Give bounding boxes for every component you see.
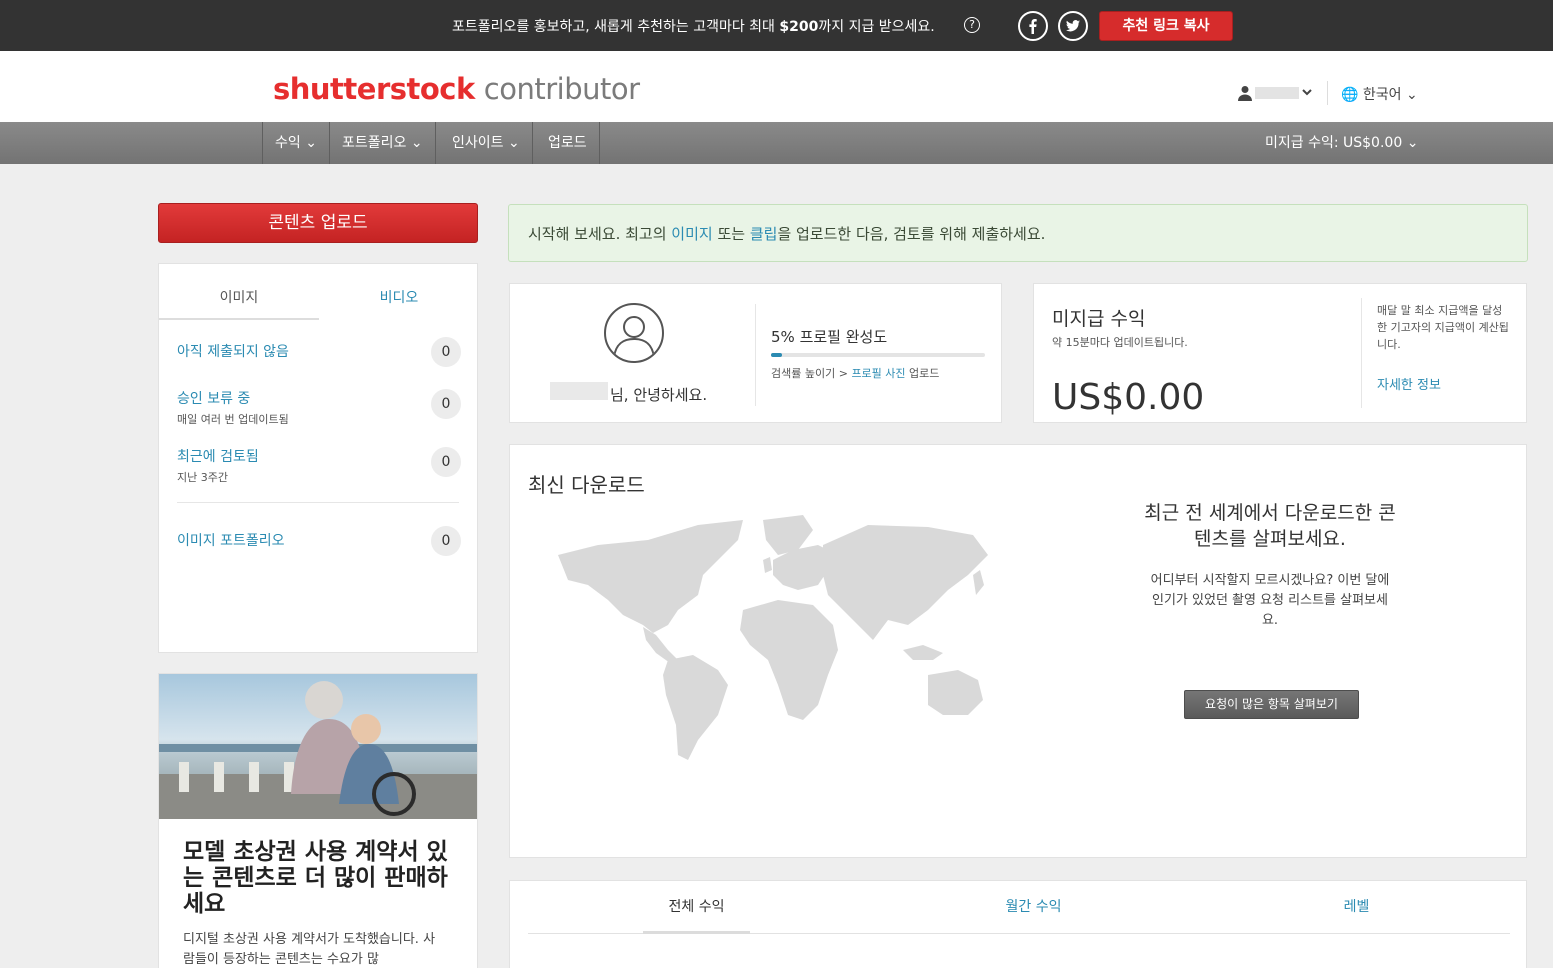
boost-text: 검색률 높이기 >	[771, 367, 852, 380]
upload-content-button[interactable]: 콘텐츠 업로드	[158, 203, 478, 243]
promo-bar: 포트폴리오를 홍보하고, 새롭게 추천하는 고객마다 최대 $200까지 지급 …	[0, 0, 1553, 51]
alert-text-part: 을 업로드한 다음, 검토를 위해 제출하세요.	[777, 225, 1046, 243]
earnings-update-note: 약 15분마다 업데이트됩니다.	[1052, 336, 1188, 349]
stat-sub: 지난 3주간	[177, 471, 228, 484]
promo-title: 모델 초상권 사용 계약서 있는 콘텐츠로 더 많이 판매하세요	[183, 839, 448, 917]
count-badge: 0	[431, 526, 461, 556]
tab-monthly-earnings[interactable]: 월간 수익	[980, 897, 1087, 917]
nav-insights[interactable]: 인사이트 ⌄	[440, 122, 533, 164]
globe-icon: 🌐	[1341, 87, 1359, 103]
twitter-icon[interactable]	[1058, 11, 1088, 41]
downloads-title: 최신 다운로드	[528, 473, 645, 497]
tab-images[interactable]: 이미지	[159, 280, 319, 320]
profile-completion-label: 5% 프로필 완성도	[771, 328, 888, 346]
tab-total-earnings[interactable]: 전체 수익	[643, 897, 750, 917]
logo-brand: shutterstock	[273, 72, 475, 106]
stat-label: 아직 제출되지 않음	[177, 344, 289, 360]
alert-text-part: 또는	[712, 225, 750, 243]
copy-referral-link-button[interactable]: 추천 링크 복사	[1099, 11, 1233, 41]
nav-upload[interactable]: 업로드	[536, 122, 600, 164]
chevron-down-icon	[1302, 89, 1312, 96]
divider	[1361, 298, 1362, 408]
nav-earnings[interactable]: 수익 ⌄	[262, 122, 330, 164]
main-nav: 수익 ⌄ 포트폴리오 ⌄ 인사이트 ⌄ 업로드 미지급 수익: US$0.00 …	[0, 122, 1553, 164]
username-redacted	[550, 382, 608, 400]
divider	[177, 502, 459, 503]
promo-text-before: 포트폴리오를 홍보하고, 새롭게 추천하는 고객마다 최대	[452, 19, 780, 35]
promo-amount: $200	[779, 19, 819, 35]
stat-pending[interactable]: 승인 보류 중 매일 여러 번 업데이트됨 0	[177, 388, 461, 427]
boost-search-text: 검색률 높이기 > 프로필 사진 업로드	[771, 365, 939, 381]
content-stats-panel: 이미지 비디오 아직 제출되지 않음 0 승인 보류 중 매일 여러 번 업데이…	[158, 263, 478, 653]
alert-clips-link[interactable]: 클립	[750, 225, 778, 243]
count-badge: 0	[431, 447, 461, 477]
downloads-headline: 최근 전 세계에서 다운로드한 콘텐츠를 살펴보세요.	[1144, 502, 1396, 550]
user-icon	[1238, 86, 1252, 101]
facebook-icon[interactable]	[1018, 11, 1048, 41]
profile-card: 님, 안녕하세요. 5% 프로필 완성도 검색률 높이기 > 프로필 사진 업로…	[509, 283, 1002, 423]
stat-recently-reviewed[interactable]: 최근에 검토됨 지난 3주간 0	[177, 446, 461, 485]
promo-photo	[159, 674, 477, 819]
stat-sub: 매일 여러 번 업데이트됨	[177, 413, 289, 426]
alert-text-part: 시작해 보세요. 최고의	[528, 225, 672, 243]
logo-product: contributor	[483, 72, 640, 106]
unpaid-earnings-label: 미지급 수익: US$0.00	[1265, 135, 1403, 151]
nav-unpaid-earnings[interactable]: 미지급 수익: US$0.00 ⌄	[1265, 122, 1418, 164]
payout-note: 매달 말 최소 지급액을 달성한 기고자의 지급액이 계산됩니다.	[1377, 304, 1509, 351]
model-release-promo-card[interactable]: 모델 초상권 사용 계약서 있는 콘텐츠로 더 많이 판매하세요 디지털 초상권…	[158, 673, 478, 968]
header-separator	[1327, 81, 1328, 105]
language-label: 한국어	[1362, 87, 1402, 103]
header: shutterstock contributor 🌐 한국어 ⌄	[0, 51, 1553, 122]
avatar[interactable]	[604, 303, 664, 363]
earnings-amount: US$0.00	[1052, 377, 1205, 418]
promo-text: 포트폴리오를 홍보하고, 새롭게 추천하는 고객마다 최대 $200까지 지급 …	[452, 16, 935, 36]
count-badge: 0	[431, 389, 461, 419]
downloads-body: 어디부터 시작할지 모르시겠나요? 이번 달에 인기가 있었던 촬영 요청 리스…	[1150, 573, 1390, 628]
username-redacted	[1255, 87, 1299, 99]
nav-portfolio[interactable]: 포트폴리오 ⌄	[330, 122, 436, 164]
profile-photo-link[interactable]: 프로필 사진	[851, 367, 905, 380]
chevron-down-icon: ⌄	[1406, 135, 1419, 151]
stat-image-portfolio[interactable]: 이미지 포트폴리오 0	[177, 526, 461, 556]
explore-requests-button[interactable]: 요청이 많은 항목 살펴보기	[1184, 690, 1359, 719]
learn-more-link[interactable]: 자세한 정보	[1377, 374, 1441, 393]
greeting: 님, 안녕하세요.	[610, 386, 708, 404]
promo-text-after: 까지 지급 받으세요.	[818, 19, 935, 35]
alert-text: 시작해 보세요. 최고의 이미지 또는 클립을 업로드한 다음, 검토를 위해 …	[528, 223, 1045, 244]
tab-level[interactable]: 레벨	[1303, 897, 1410, 917]
user-menu[interactable]	[1238, 85, 1314, 101]
getting-started-alert: 시작해 보세요. 최고의 이미지 또는 클립을 업로드한 다음, 검토를 위해 …	[508, 204, 1528, 262]
language-selector[interactable]: 🌐 한국어 ⌄	[1341, 84, 1418, 104]
logo[interactable]: shutterstock contributor	[273, 72, 640, 106]
stat-label: 최근에 검토됨	[177, 449, 259, 465]
latest-downloads-card: 최신 다운로드 최근 전 세계에서 다운로드한 콘텐츠를 살펴보세요. 어디부터…	[509, 444, 1527, 858]
help-icon[interactable]: ?	[964, 17, 980, 33]
user-icon	[613, 316, 655, 358]
count-badge: 0	[431, 337, 461, 367]
stat-label: 승인 보류 중	[177, 391, 251, 407]
earnings-tabs-card: 전체 수익 월간 수익 레벨	[509, 880, 1527, 968]
divider	[755, 304, 756, 406]
unpaid-earnings-card: 미지급 수익 약 15분마다 업데이트됩니다. US$0.00 매달 말 최소 …	[1033, 283, 1527, 423]
tab-video[interactable]: 비디오	[319, 280, 479, 320]
profile-completion-fill	[771, 353, 782, 357]
alert-images-link[interactable]: 이미지	[671, 225, 712, 243]
profile-completion-bar	[771, 353, 985, 357]
active-tab-indicator	[643, 931, 750, 934]
chevron-down-icon: ⌄	[1405, 87, 1418, 103]
world-map	[558, 515, 988, 760]
stat-not-submitted[interactable]: 아직 제출되지 않음 0	[177, 337, 461, 367]
earnings-title: 미지급 수익	[1052, 308, 1146, 330]
promo-description: 디지털 초상권 사용 계약서가 도착했습니다. 사람들이 등장하는 콘텐츠는 수…	[183, 932, 436, 967]
boost-text-after: 업로드	[905, 367, 940, 380]
stat-label: 이미지 포트폴리오	[177, 533, 285, 549]
